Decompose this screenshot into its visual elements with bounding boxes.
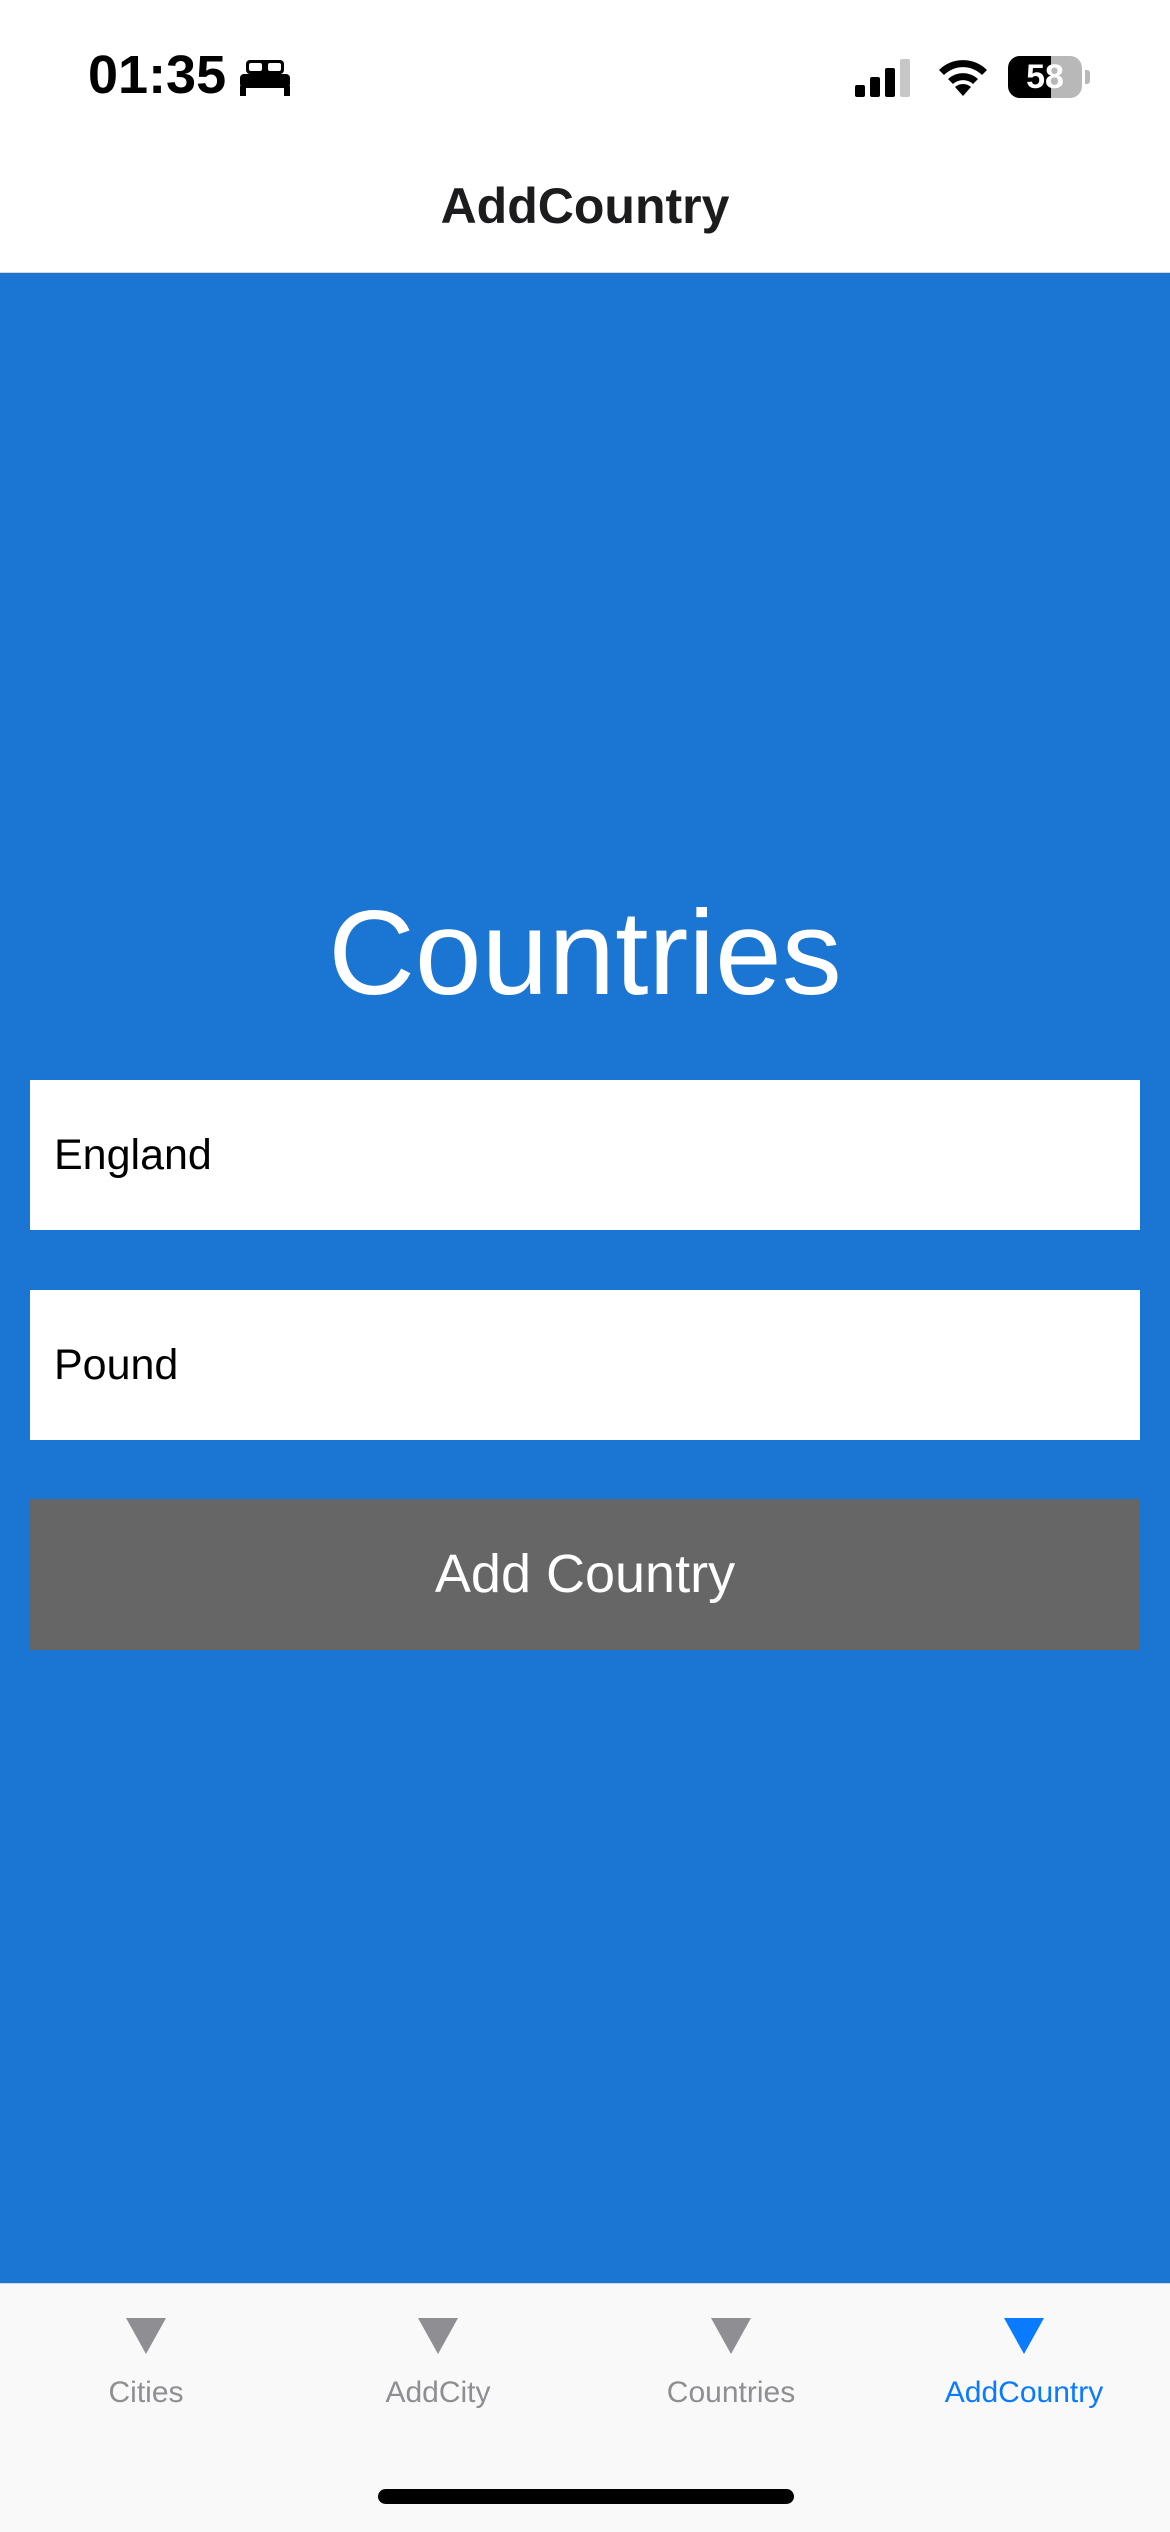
app-screen: 01:35 58 AddCountry Countries England Po…: [0, 0, 1170, 2532]
navigation-header: AddCountry: [0, 150, 1170, 273]
tab-label: AddCity: [385, 2376, 491, 2409]
battery-level: 58: [1026, 58, 1064, 96]
tab-addcity[interactable]: AddCity: [292, 2284, 584, 2454]
tab-label: AddCountry: [944, 2376, 1104, 2409]
countries-heading: Countries: [328, 886, 842, 1020]
battery-body: 58: [1008, 56, 1082, 98]
triangle-down-icon: [711, 2318, 751, 2354]
bed-icon: [240, 60, 290, 96]
triangle-down-icon: [418, 2318, 458, 2354]
wifi-icon: [939, 60, 987, 96]
country-name-input[interactable]: England: [30, 1080, 1140, 1230]
tab-addcountry[interactable]: AddCountry: [878, 2284, 1170, 2454]
page-title: AddCountry: [440, 178, 730, 234]
tab-label: Cities: [108, 2376, 184, 2409]
status-bar: 01:35 58: [0, 0, 1170, 150]
home-indicator: [378, 2489, 794, 2504]
tab-label: Countries: [666, 2376, 796, 2409]
tab-cities[interactable]: Cities: [0, 2284, 292, 2454]
add-country-button[interactable]: Add Country: [30, 1499, 1140, 1650]
battery-icon: 58: [1008, 56, 1090, 98]
status-time: 01:35: [88, 45, 227, 105]
main-content: Countries England Pound Add Country: [0, 273, 1170, 2283]
tab-countries[interactable]: Countries: [585, 2284, 877, 2454]
triangle-down-icon: [126, 2318, 166, 2354]
battery-cap: [1085, 70, 1090, 84]
cellular-signal-icon: [855, 59, 910, 97]
currency-input[interactable]: Pound: [30, 1290, 1140, 1440]
triangle-down-icon: [1004, 2318, 1044, 2354]
